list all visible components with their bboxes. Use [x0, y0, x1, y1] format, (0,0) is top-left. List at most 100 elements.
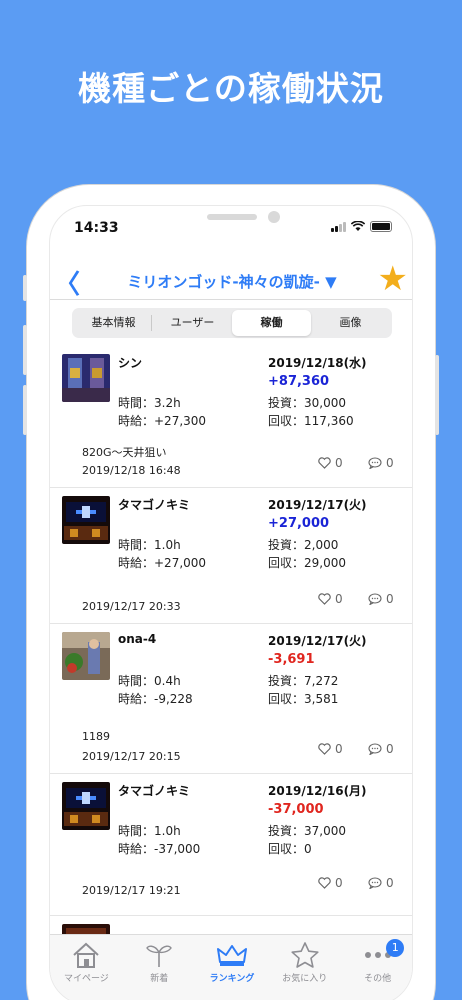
tab-new[interactable]: 新着	[123, 935, 196, 1000]
user-thumbnail	[62, 632, 110, 680]
like-button[interactable]: 0	[318, 592, 343, 606]
notch	[152, 206, 312, 234]
front-camera	[268, 211, 280, 223]
comment-button[interactable]: 0	[368, 742, 394, 756]
balance-diff: -3,691	[268, 652, 315, 667]
segment-images[interactable]: 画像	[311, 310, 390, 336]
back-chevron-icon[interactable]: 〈	[54, 264, 80, 301]
like-button[interactable]: 0	[318, 742, 343, 756]
like-count: 0	[335, 742, 343, 756]
crown-icon	[216, 945, 247, 966]
nav-divider	[50, 299, 412, 300]
hourly-rate: 時給：-37,000	[118, 842, 201, 856]
play-date: 2019/12/16(月)	[268, 784, 367, 798]
battery-icon	[370, 221, 392, 232]
user-name: タマゴノキミ	[118, 498, 191, 512]
list-item[interactable]: タマゴノキミ 時間：1.0h 時給：-37,000 2019/12/16(月) …	[50, 774, 412, 916]
like-count: 0	[335, 876, 343, 890]
segment-basic-info[interactable]: 基本情報	[74, 310, 153, 336]
phone-mute-switch	[23, 275, 27, 301]
status-time: 14:33	[74, 220, 119, 236]
play-time: 時間：0.4h	[118, 674, 181, 688]
heart-icon	[318, 743, 331, 755]
comment-count: 0	[386, 742, 394, 756]
tab-label: マイページ	[63, 974, 109, 984]
comment-icon	[368, 593, 382, 605]
tab-bar: マイページ 新着 ランキング お気に入り その他 1	[50, 934, 412, 1000]
like-button[interactable]: 0	[318, 876, 343, 890]
return-amount: 回収：29,000	[268, 556, 346, 570]
balance-diff: -37,000	[268, 802, 324, 817]
hourly-rate: 時給：+27,000	[118, 556, 207, 570]
phone-volume-up	[23, 325, 27, 375]
posted-time: 2019/12/17 20:33	[82, 600, 181, 613]
list-item[interactable]	[50, 916, 412, 934]
list-item[interactable]: タマゴノキミ 時間：1.0h 時給：+27,000 2019/12/17(火) …	[50, 488, 412, 624]
play-time: 時間：1.0h	[118, 538, 181, 552]
investment: 投資：30,000	[268, 396, 346, 410]
like-count: 0	[335, 592, 343, 606]
tab-favorites[interactable]: お気に入り	[268, 935, 341, 1000]
segmented-control: 基本情報 ユーザー 稼働 画像	[72, 308, 392, 338]
balance-diff: +27,000	[268, 516, 330, 531]
return-amount: 回収：0	[268, 842, 312, 856]
tab-ranking[interactable]: ランキング	[196, 935, 269, 1000]
hourly-rate: 時給：-9,228	[118, 692, 193, 706]
comment-count: 0	[386, 456, 394, 470]
user-thumbnail	[62, 782, 110, 830]
investment: 投資：2,000	[268, 538, 339, 552]
heart-icon	[318, 457, 331, 469]
house-icon	[73, 942, 100, 968]
memo-text: 820G〜天井狙い	[82, 446, 167, 459]
like-button[interactable]: 0	[318, 456, 343, 470]
tab-label: ランキング	[209, 974, 255, 984]
posted-time: 2019/12/17 20:15	[82, 750, 181, 763]
comment-count: 0	[386, 876, 394, 890]
segment-users[interactable]: ユーザー	[153, 310, 232, 336]
investment: 投資：7,272	[268, 674, 339, 688]
play-date: 2019/12/17(火)	[268, 498, 367, 512]
play-time: 時間：1.0h	[118, 824, 181, 838]
tab-label: 新着	[150, 974, 169, 984]
tab-mypage[interactable]: マイページ	[50, 935, 123, 1000]
activity-list: シン 時間：3.2h 時給：+27,300 2019/12/18(水) +87,…	[50, 346, 412, 934]
balance-diff: +87,360	[268, 374, 330, 389]
speaker	[207, 214, 257, 220]
user-name: タマゴノキミ	[118, 784, 191, 798]
phone-volume-down	[23, 385, 27, 435]
phone-frame: 14:33 〈 ミリオンゴッド-神々の凱旋- ▼ ★ 基本情報 ユーザー 稼働 …	[23, 185, 439, 1000]
tab-label: お気に入り	[282, 974, 328, 984]
return-amount: 回収：117,360	[268, 414, 354, 428]
nav-bar: 〈 ミリオンゴッド-神々の凱旋- ▼ ★	[50, 262, 412, 302]
sprout-icon	[146, 945, 173, 967]
user-name: シン	[118, 356, 143, 370]
segment-divider	[151, 315, 152, 331]
list-item[interactable]: シン 時間：3.2h 時給：+27,300 2019/12/18(水) +87,…	[50, 346, 412, 488]
machine-title-dropdown[interactable]: ミリオンゴッド-神々の凱旋- ▼	[90, 271, 374, 292]
promo-title: 機種ごとの稼働状況	[78, 69, 384, 108]
comment-button[interactable]: 0	[368, 592, 394, 606]
list-item[interactable]: ona-4 時間：0.4h 時給：-9,228 2019/12/17(火) -3…	[50, 624, 412, 774]
play-date: 2019/12/17(火)	[268, 634, 367, 648]
heart-icon	[318, 593, 331, 605]
comment-icon	[368, 743, 382, 755]
hourly-rate: 時給：+27,300	[118, 414, 207, 428]
posted-time: 2019/12/18 16:48	[82, 464, 181, 477]
star-outline-icon	[291, 942, 319, 968]
app-screen: 14:33 〈 ミリオンゴッド-神々の凱旋- ▼ ★ 基本情報 ユーザー 稼働 …	[49, 205, 413, 1000]
tab-more[interactable]: その他 1	[341, 935, 412, 1000]
tab-label: その他	[364, 974, 392, 984]
comment-icon	[368, 457, 382, 469]
segment-activity[interactable]: 稼働	[232, 310, 311, 336]
user-thumbnail	[62, 354, 110, 402]
user-thumbnail	[62, 496, 110, 544]
comment-button[interactable]: 0	[368, 456, 394, 470]
posted-time: 2019/12/17 19:21	[82, 884, 181, 897]
investment: 投資：37,000	[268, 824, 346, 838]
play-date: 2019/12/18(水)	[268, 356, 367, 370]
memo-text: 1189	[82, 730, 110, 743]
status-icons	[331, 221, 392, 232]
favorite-star-icon[interactable]: ★	[378, 262, 408, 296]
comment-button[interactable]: 0	[368, 876, 394, 890]
like-count: 0	[335, 456, 343, 470]
